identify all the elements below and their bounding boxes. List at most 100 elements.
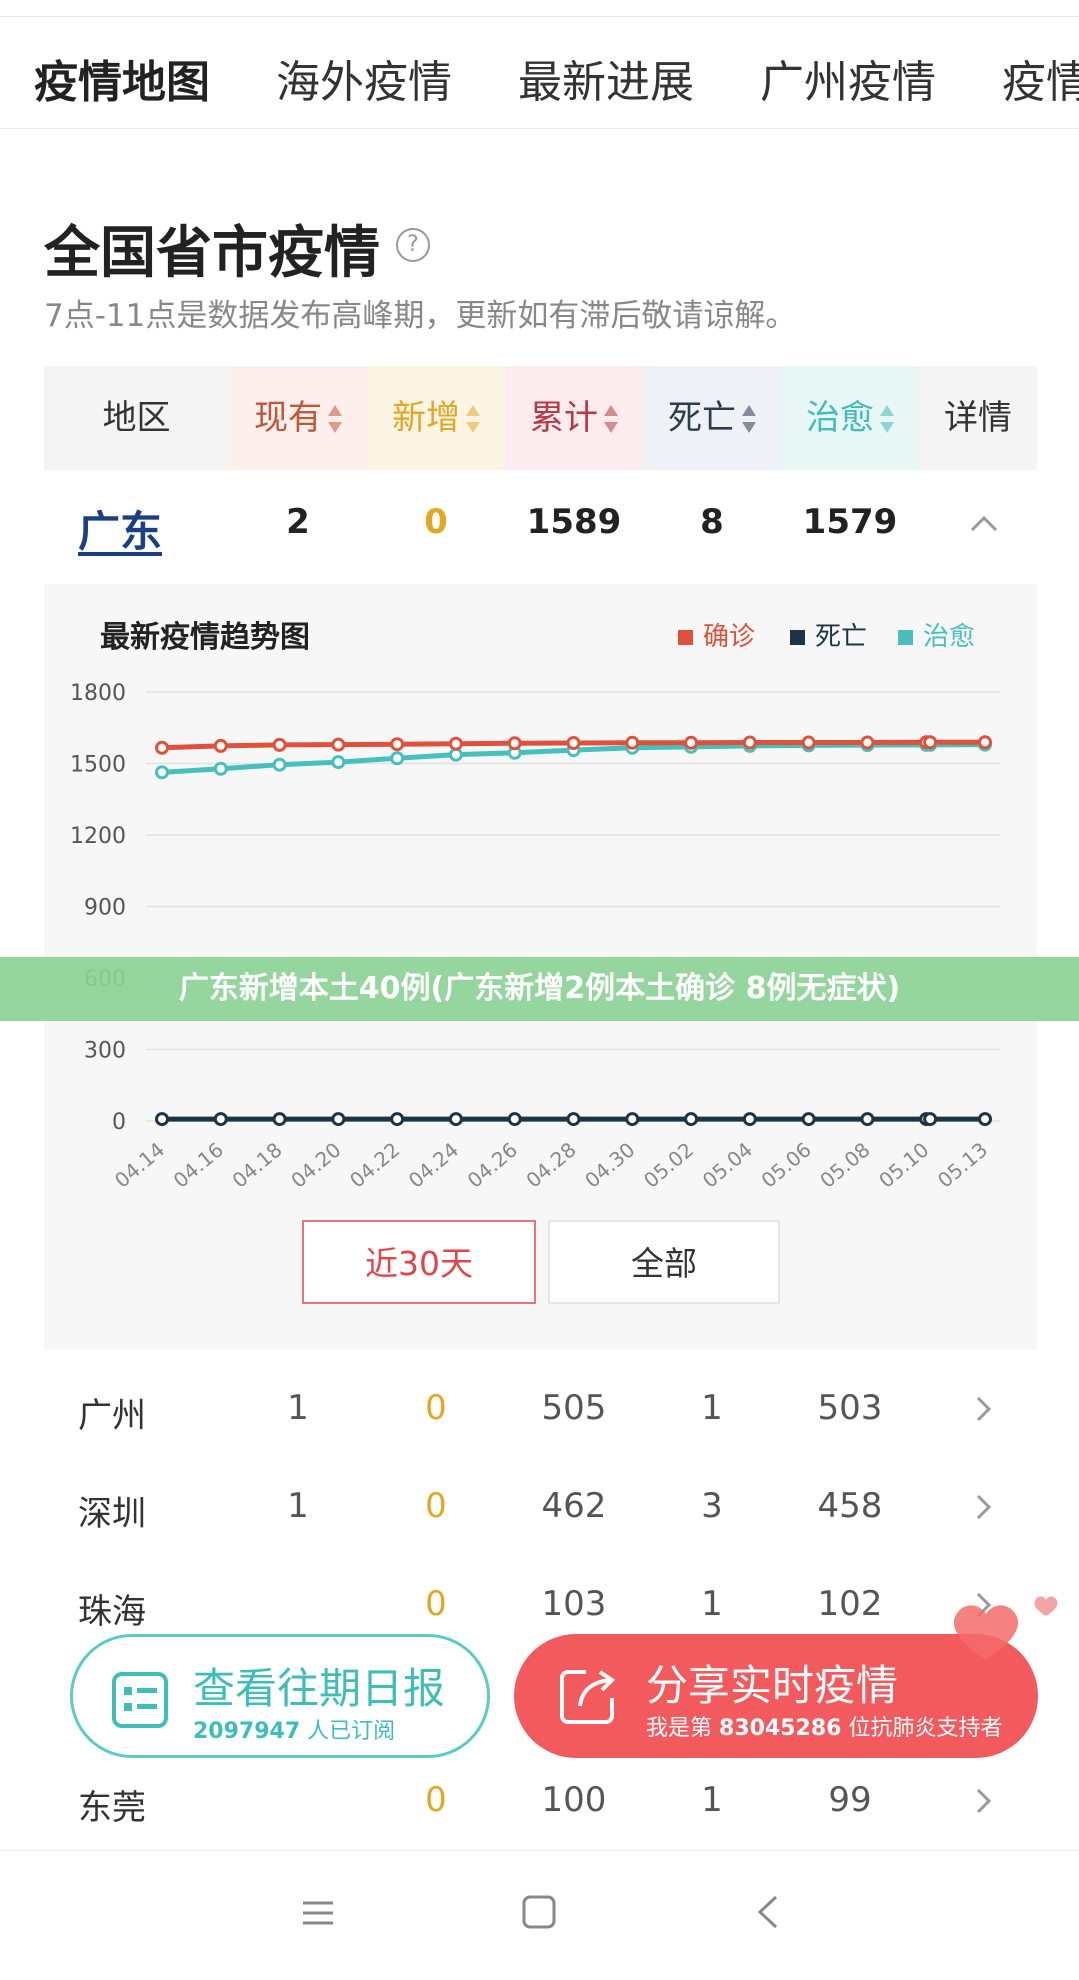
x-tick-label: 04.24	[404, 1137, 463, 1192]
data-point	[448, 736, 463, 751]
data-point	[742, 1112, 757, 1127]
data-point	[507, 736, 522, 751]
chevron-right-icon[interactable]	[974, 1392, 994, 1435]
data-point	[272, 1112, 287, 1127]
data-point	[390, 1112, 405, 1127]
city-new: 0	[425, 1388, 447, 1428]
y-tick-label: 300	[84, 1039, 126, 1064]
news-banner[interactable]: 广东新增本土40例(广东新增2例本土确诊 8例无症状)	[0, 957, 1079, 1021]
data-point	[978, 1112, 992, 1127]
data-point	[331, 1112, 346, 1127]
chevron-right-icon[interactable]	[974, 1784, 994, 1827]
city-cured: 102	[817, 1584, 883, 1624]
city-name: 广州	[78, 1396, 146, 1436]
hearts-icon	[953, 1596, 1058, 1660]
city-name: 珠海	[78, 1592, 146, 1632]
subscriber-count: 2097947	[193, 1719, 301, 1744]
data-point	[684, 1112, 699, 1127]
city-name: 东莞	[78, 1788, 146, 1828]
data-point	[213, 761, 228, 776]
data-point	[566, 736, 581, 751]
range-all-button[interactable]: 全部	[548, 1220, 780, 1304]
data-point	[331, 755, 346, 770]
share-title: 分享实时疫情	[646, 1661, 899, 1710]
x-tick-label: 04.22	[345, 1137, 404, 1192]
menu-icon[interactable]	[300, 1895, 336, 1931]
share-icon	[560, 1670, 616, 1724]
x-tick-label: 05.08	[815, 1137, 874, 1192]
daily-report-icon	[112, 1672, 168, 1728]
city-new: 0	[425, 1486, 447, 1526]
x-tick-label: 04.16	[169, 1137, 228, 1192]
data-point	[923, 1112, 938, 1127]
x-tick-label: 04.14	[110, 1137, 169, 1192]
range-30-days-button[interactable]: 近30天	[302, 1220, 536, 1304]
daily-report-title: 查看往期日报	[193, 1664, 446, 1713]
data-point	[272, 757, 287, 772]
city-total: 100	[541, 1780, 607, 1820]
subscriber-text: 2097947 人已订阅	[193, 1713, 395, 1745]
data-point	[272, 737, 287, 752]
x-tick-label: 04.26	[463, 1137, 522, 1192]
data-point	[566, 1112, 581, 1127]
y-tick-label: 1500	[70, 753, 126, 778]
supporter-suffix: 位抗肺炎支持者	[848, 1716, 1003, 1741]
x-tick-label: 04.28	[521, 1137, 580, 1192]
city-cured: 458	[817, 1486, 883, 1526]
city-name: 深圳	[78, 1494, 146, 1534]
home-square-icon[interactable]	[520, 1893, 558, 1931]
city-row[interactable]: 东莞 0 100 1 99	[44, 1774, 1037, 1834]
city-total: 462	[541, 1486, 607, 1526]
data-point	[742, 735, 757, 750]
city-total: 505	[541, 1388, 607, 1428]
data-point	[448, 1112, 463, 1127]
x-tick-label: 05.10	[874, 1137, 933, 1192]
data-point	[448, 747, 463, 762]
x-tick-label: 05.04	[698, 1137, 757, 1192]
city-new: 0	[425, 1584, 447, 1624]
x-tick-label: 05.13	[933, 1137, 992, 1192]
data-point	[155, 740, 169, 755]
view-daily-report-button[interactable]: 查看往期日报 2097947 人已订阅	[70, 1634, 490, 1758]
x-tick-label: 04.20	[286, 1137, 345, 1192]
data-point	[801, 1112, 816, 1127]
city-row[interactable]: 广州 1 0 505 1 503	[44, 1382, 1037, 1442]
data-point	[684, 735, 699, 750]
data-point	[331, 737, 346, 752]
data-point	[860, 1112, 875, 1127]
x-tick-label: 04.18	[227, 1137, 286, 1192]
city-cured: 99	[828, 1780, 872, 1820]
city-death: 1	[701, 1584, 723, 1624]
data-point	[213, 1112, 228, 1127]
data-point	[801, 735, 816, 750]
city-death: 1	[701, 1780, 723, 1820]
data-point	[625, 735, 640, 750]
x-tick-label: 05.02	[639, 1137, 698, 1192]
supporter-text: 我是第 83045286 位抗肺炎支持者	[646, 1710, 1003, 1742]
data-point	[923, 735, 938, 750]
city-new: 0	[425, 1780, 447, 1820]
subscriber-suffix: 人已订阅	[307, 1719, 396, 1744]
data-point	[625, 1112, 640, 1127]
data-point	[390, 737, 405, 752]
city-row[interactable]: 深圳 1 0 462 3 458	[44, 1480, 1037, 1540]
back-chevron-icon[interactable]	[752, 1893, 784, 1931]
supporter-count: 83045286	[719, 1716, 842, 1741]
x-tick-label: 05.06	[757, 1137, 816, 1192]
supporter-prefix: 我是第	[646, 1716, 713, 1741]
y-tick-label: 900	[84, 896, 126, 921]
y-tick-label: 1200	[70, 824, 126, 849]
data-point	[155, 765, 169, 780]
data-point	[155, 1112, 169, 1127]
city-current: 1	[287, 1388, 309, 1428]
x-tick-label: 04.30	[580, 1137, 639, 1192]
city-death: 1	[701, 1388, 723, 1428]
city-cured: 503	[817, 1388, 883, 1428]
city-current: 1	[287, 1486, 309, 1526]
city-death: 3	[701, 1486, 723, 1526]
y-tick-label: 1800	[70, 681, 126, 706]
system-navigation-bar	[0, 1850, 1079, 1980]
city-row[interactable]: 珠海 0 103 1 102	[44, 1578, 1037, 1638]
chevron-right-icon[interactable]	[974, 1490, 994, 1533]
y-tick-label: 0	[112, 1110, 126, 1135]
